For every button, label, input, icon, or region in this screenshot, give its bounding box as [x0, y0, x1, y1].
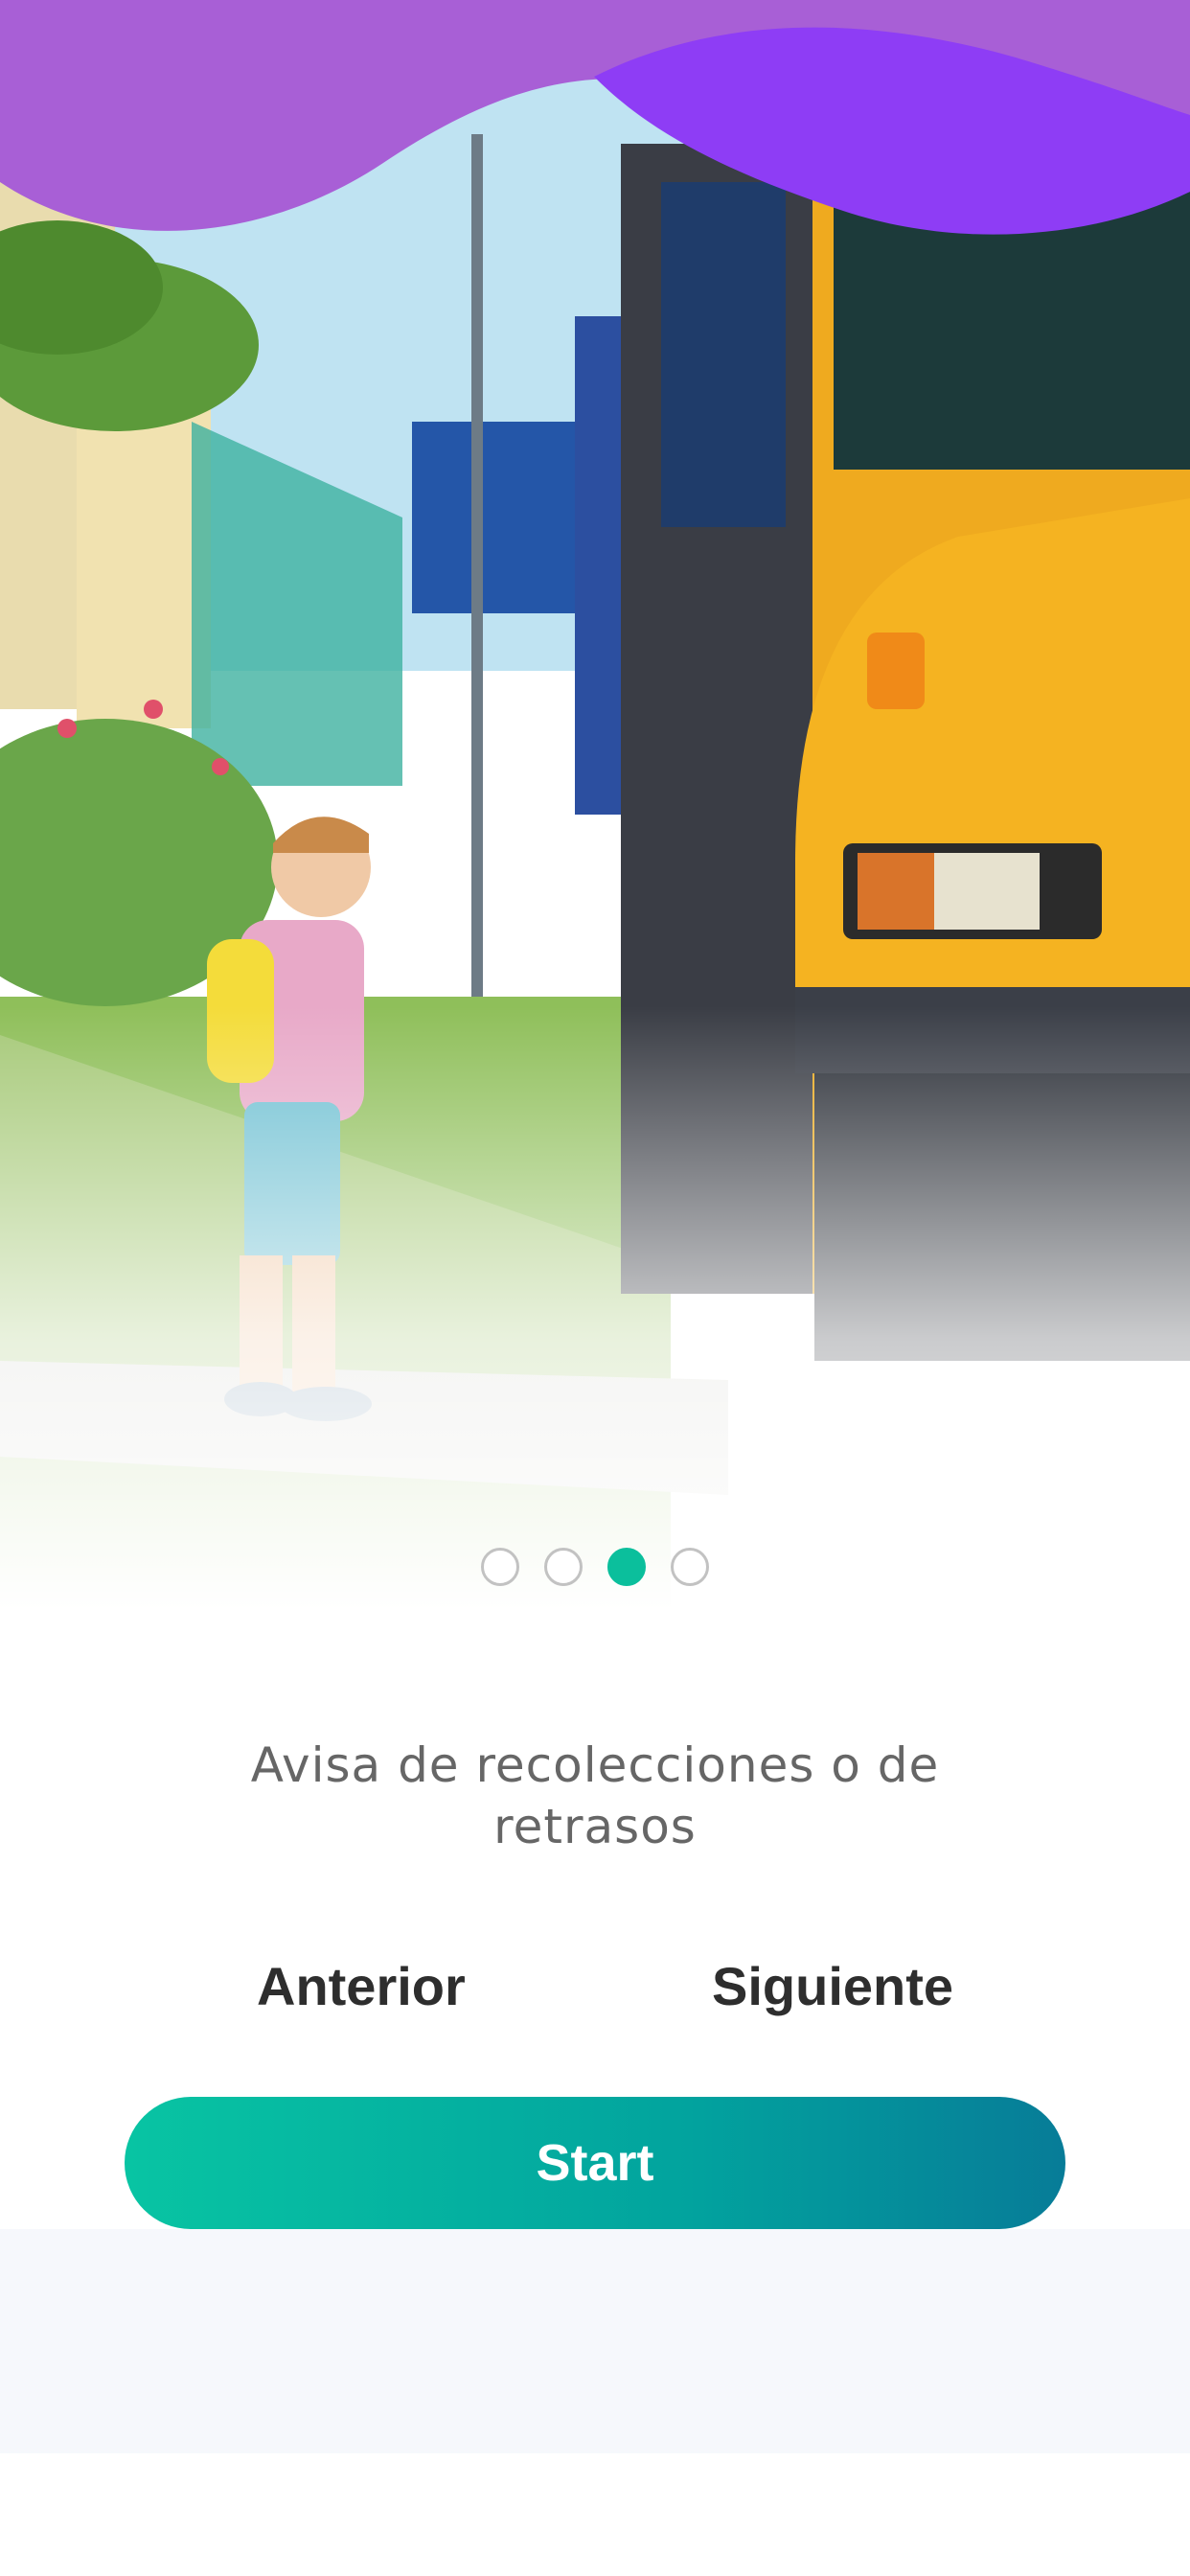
onboarding-caption: Avisa de recolecciones o de retrasos [250, 1737, 940, 1854]
onboarding-nav: Anterior Siguiente [0, 1955, 1190, 2032]
onboarding-screen: Avisa de recolecciones o de retrasos Ant… [0, 0, 1190, 2576]
previous-button[interactable]: Anterior [257, 1955, 466, 2017]
start-button[interactable]: Start [125, 2097, 1065, 2229]
header-wave [0, 0, 1190, 235]
bottom-band [0, 2229, 1190, 2453]
next-button[interactable]: Siguiente [712, 1955, 953, 2017]
page-dot-3-active[interactable] [607, 1548, 646, 1586]
page-dot-2[interactable] [544, 1548, 583, 1586]
page-indicator [0, 1548, 1190, 1586]
page-dot-4[interactable] [671, 1548, 709, 1586]
page-dot-1[interactable] [481, 1548, 519, 1586]
hero-fade-overlay [0, 1006, 1190, 1610]
